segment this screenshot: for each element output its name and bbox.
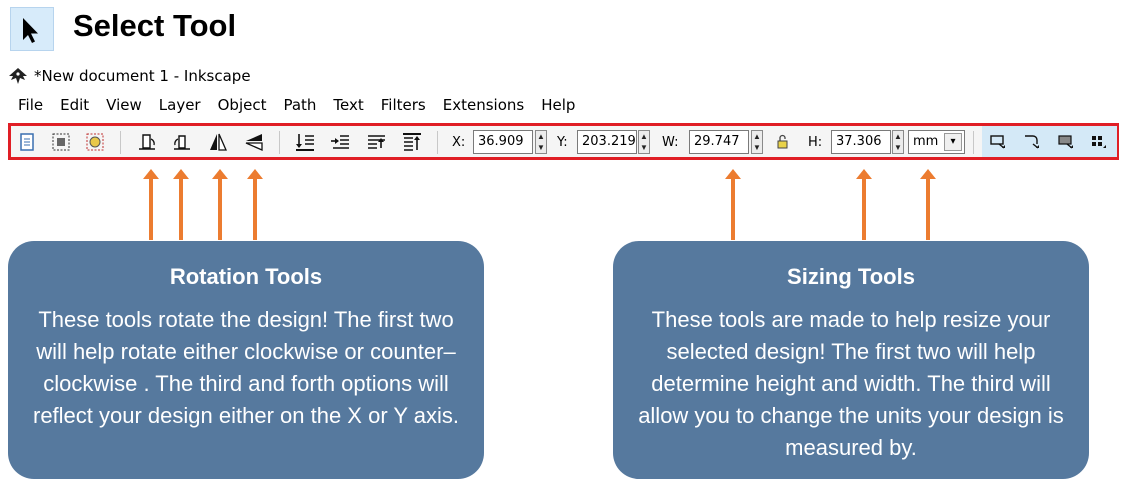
h-label: H: (808, 135, 823, 150)
raise-icon[interactable] (365, 131, 387, 153)
rotation-arrow-1 (143, 169, 159, 240)
raise-to-top-icon[interactable] (401, 131, 423, 153)
menu-filters[interactable]: Filters (381, 96, 426, 116)
menu-text[interactable]: Text (333, 96, 363, 116)
deselect-icon[interactable] (84, 131, 106, 153)
menu-extensions[interactable]: Extensions (443, 96, 524, 116)
y-label: Y: (557, 135, 568, 150)
rotation-arrow-3 (212, 169, 228, 240)
toolbar-separator (973, 131, 974, 154)
transform-pattern-icon[interactable] (1088, 130, 1110, 152)
unit-value: mm (913, 134, 939, 149)
flip-horizontal-icon[interactable] (207, 131, 229, 153)
inkscape-logo-icon (8, 67, 28, 85)
chevron-down-icon[interactable]: ▾ (944, 133, 962, 151)
rotation-tools-body: These tools rotate the design! The first… (33, 307, 459, 428)
y-spinner[interactable]: ▲ ▼ (638, 130, 650, 154)
rotate-cw-icon[interactable] (171, 131, 193, 153)
width-spinner[interactable]: ▲ ▼ (751, 130, 763, 154)
sizing-arrow-3 (920, 169, 936, 240)
width-input[interactable]: 29.747 (689, 130, 749, 154)
flip-vertical-icon[interactable] (243, 131, 265, 153)
lower-icon[interactable] (329, 131, 351, 153)
window-title-bar: *New document 1 - Inkscape (8, 66, 251, 86)
lock-icon[interactable] (773, 133, 791, 151)
rotation-arrow-2 (173, 169, 189, 240)
w-label: W: (662, 135, 679, 150)
x-spinner[interactable]: ▲ ▼ (535, 130, 547, 154)
scale-radius-icon[interactable] (1021, 130, 1043, 152)
unit-select[interactable]: mm ▾ (908, 130, 965, 154)
rotate-ccw-icon[interactable] (136, 131, 158, 153)
x-label: X: (452, 135, 466, 150)
menu-view[interactable]: View (106, 96, 142, 116)
rotation-arrow-4 (247, 169, 263, 240)
toolbar-separator (120, 131, 121, 154)
menu-bar: File Edit View Layer Object Path Text Fi… (18, 96, 592, 116)
height-spinner[interactable]: ▲ ▼ (892, 130, 904, 154)
menu-help[interactable]: Help (541, 96, 575, 116)
select-all-layers-icon[interactable] (50, 131, 72, 153)
window-title: *New document 1 - Inkscape (34, 67, 251, 85)
height-input[interactable]: 37.306 (831, 130, 891, 154)
transform-affect-group (982, 126, 1117, 157)
page-title: Select Tool (73, 8, 237, 43)
sizing-arrow-1 (725, 169, 741, 240)
sizing-tools-body: These tools are made to help resize your… (638, 307, 1064, 460)
sizing-tools-callout: Sizing Tools These tools are made to hel… (613, 241, 1089, 479)
sizing-arrow-2 (856, 169, 872, 240)
lower-to-bottom-icon[interactable] (294, 131, 316, 153)
y-input[interactable]: 203.219 (577, 130, 637, 154)
rotation-tools-callout: Rotation Tools These tools rotate the de… (8, 241, 484, 479)
toolbar-separator (279, 131, 280, 154)
rotation-tools-title: Rotation Tools (169, 264, 323, 289)
toolbar-separator (437, 131, 438, 154)
x-input[interactable]: 36.909 (473, 130, 533, 154)
select-arrow-icon (10, 7, 54, 51)
select-toolbar: X: 36.909 ▲ ▼ Y: 203.219 ▲ ▼ W: 29.747 ▲ ▼ … (8, 123, 1119, 160)
menu-path[interactable]: Path (283, 96, 316, 116)
transform-gradient-icon[interactable] (1055, 130, 1077, 152)
menu-edit[interactable]: Edit (60, 96, 89, 116)
menu-object[interactable]: Object (218, 96, 267, 116)
menu-layer[interactable]: Layer (159, 96, 201, 116)
select-all-icon[interactable] (16, 131, 38, 153)
scale-stroke-icon[interactable] (987, 130, 1009, 152)
sizing-tools-title: Sizing Tools (787, 264, 915, 289)
menu-file[interactable]: File (18, 96, 43, 116)
